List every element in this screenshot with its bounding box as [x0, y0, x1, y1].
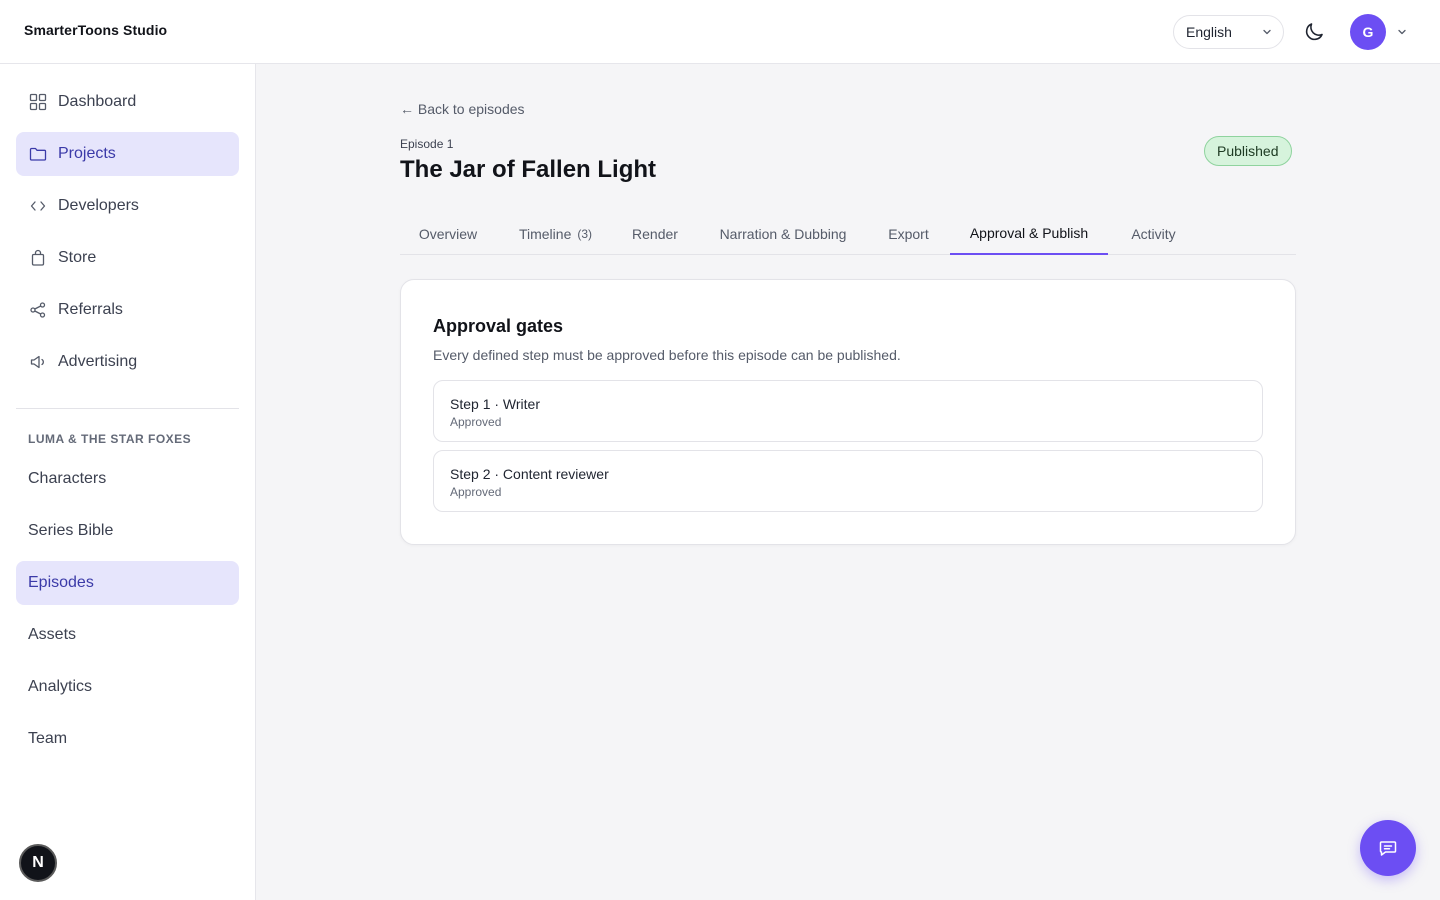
- sidebar-item-series-bible[interactable]: Series Bible: [16, 509, 239, 553]
- page-title: The Jar of Fallen Light: [400, 156, 657, 183]
- sidebar-item-label: Dashboard: [58, 93, 137, 110]
- sidebar-item-analytics[interactable]: Analytics: [16, 665, 239, 709]
- user-avatar[interactable]: G: [1350, 14, 1386, 50]
- moon-icon[interactable]: [1302, 20, 1326, 44]
- sidebar-item-developers[interactable]: Developers: [16, 184, 239, 228]
- sidebar-item-advertising[interactable]: Advertising: [16, 340, 239, 384]
- status-badge: Published: [1204, 136, 1292, 166]
- tab-timeline[interactable]: Timeline (3): [500, 212, 611, 255]
- folder-icon: [28, 144, 48, 164]
- top-bar: SmarterToons Studio English G: [0, 0, 1440, 64]
- card-description: Every defined step must be approved befo…: [433, 347, 901, 363]
- main-content: ← Back to episodes Episode 1 The Jar of …: [256, 64, 1440, 900]
- sidebar-item-assets[interactable]: Assets: [16, 613, 239, 657]
- episode-tabs: Overview Timeline (3) Render Narration & …: [400, 212, 1296, 255]
- tab-activity[interactable]: Activity: [1112, 212, 1195, 255]
- sidebar-item-referrals[interactable]: Referrals: [16, 288, 239, 332]
- sidebar-item-store[interactable]: Store: [16, 236, 239, 280]
- tab-approval-publish[interactable]: Approval & Publish: [950, 212, 1108, 255]
- tab-label: Narration & Dubbing: [719, 225, 847, 242]
- tab-render[interactable]: Render: [615, 212, 695, 255]
- tab-overview[interactable]: Overview: [400, 212, 496, 255]
- sidebar-item-label: Advertising: [58, 353, 138, 370]
- approval-step: Step 2 · Content reviewer Approved: [433, 450, 1263, 512]
- sidebar-item-episodes[interactable]: Episodes: [16, 561, 239, 605]
- approval-step-name: Step 1 · Writer: [450, 396, 540, 412]
- approval-gates-card: Approval gates Every defined step must b…: [400, 279, 1296, 545]
- card-title: Approval gates: [433, 316, 564, 336]
- tab-label: Timeline: [518, 225, 572, 242]
- sidebar-item-label: Developers: [58, 197, 139, 214]
- sidebar-divider: [16, 408, 239, 409]
- share-icon: [28, 300, 48, 320]
- approval-step-status: Approved: [450, 415, 502, 429]
- approval-step: Step 1 · Writer Approved: [433, 380, 1263, 442]
- tab-narration-dubbing[interactable]: Narration & Dubbing: [699, 212, 867, 255]
- tab-count: (3): [577, 226, 593, 241]
- sidebar-item-projects[interactable]: Projects: [16, 132, 239, 176]
- sidebar: Dashboard Projects Developers Store Refe…: [0, 64, 256, 900]
- tab-label: Activity: [1131, 225, 1176, 242]
- tab-label: Overview: [418, 225, 478, 242]
- chat-button[interactable]: [1360, 820, 1416, 876]
- tab-label: Render: [632, 225, 678, 242]
- chat-icon: [1379, 841, 1397, 856]
- tab-label: Export: [888, 225, 929, 242]
- code-icon: [28, 196, 48, 216]
- language-select-value: English: [1186, 24, 1232, 40]
- sidebar-item-label: Store: [58, 249, 97, 266]
- grid-icon: [28, 92, 48, 112]
- sidebar-item-label: Projects: [58, 145, 116, 162]
- chevron-down-icon[interactable]: [1396, 26, 1408, 38]
- tab-label: Approval & Publish: [969, 224, 1089, 241]
- sidebar-item-characters[interactable]: Characters: [16, 457, 239, 501]
- sidebar-item-label: Referrals: [58, 301, 123, 318]
- nextjs-devtools-badge[interactable]: N: [19, 844, 57, 882]
- brand-name[interactable]: SmarterToons Studio: [24, 22, 167, 38]
- language-select[interactable]: English: [1173, 15, 1284, 49]
- bag-icon: [28, 248, 48, 268]
- back-to-episodes-link[interactable]: ← Back to episodes: [400, 101, 525, 117]
- megaphone-icon: [28, 352, 48, 372]
- sidebar-item-team[interactable]: Team: [16, 717, 239, 761]
- sidebar-item-dashboard[interactable]: Dashboard: [16, 80, 239, 124]
- approval-step-name: Step 2 · Content reviewer: [450, 466, 609, 482]
- project-section-label: LUMA & THE STAR FOXES: [28, 432, 192, 446]
- tab-export[interactable]: Export: [871, 212, 946, 255]
- episode-number: Episode 1: [400, 137, 454, 151]
- chevron-down-icon: [1263, 29, 1271, 35]
- approval-step-status: Approved: [450, 485, 502, 499]
